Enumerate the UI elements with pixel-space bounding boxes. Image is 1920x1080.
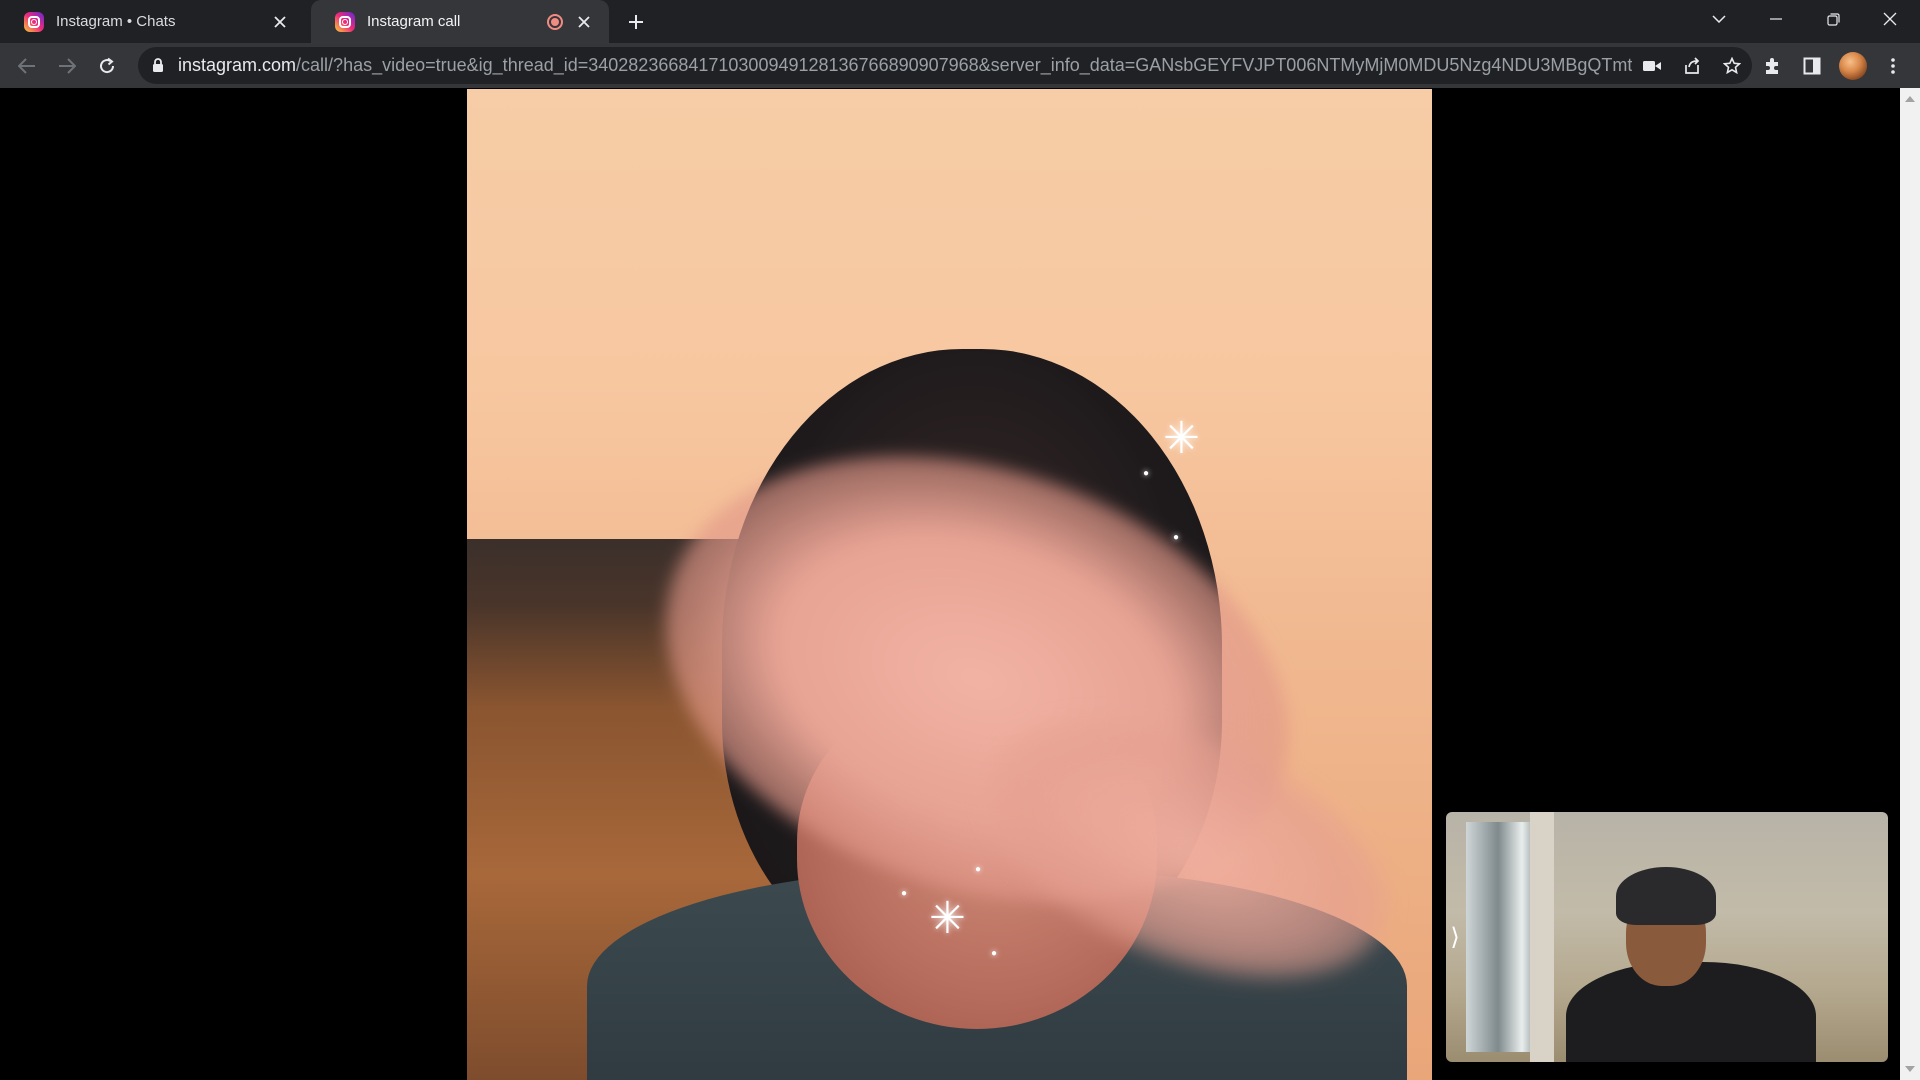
chevron-right-icon[interactable]: ⟩ [1446,922,1464,952]
reload-button[interactable] [90,49,124,83]
url-text[interactable]: instagram.com/call/?has_video=true&ig_th… [178,55,1632,76]
remote-video-feed: ✳ ● ● ✳ ● ● ● [467,89,1432,1080]
star-icon[interactable] [1712,47,1752,84]
tab-instagram-call[interactable]: Instagram call [311,0,609,43]
browser-toolbar: instagram.com/call/?has_video=true&ig_th… [0,43,1920,88]
sparkle-effect-icon: ✳ [1163,414,1200,463]
scrollbar[interactable] [1900,88,1920,1080]
back-button[interactable] [10,49,44,83]
address-bar[interactable]: instagram.com/call/?has_video=true&ig_th… [138,47,1752,84]
new-tab-button[interactable] [622,8,650,36]
sparkle-effect-icon: ● [1143,468,1150,479]
url-path: /call/?has_video=true&ig_thread_id=34028… [296,55,1632,75]
recording-dot-icon [547,13,563,30]
kebab-menu-icon[interactable] [1876,49,1910,83]
self-view-video[interactable] [1446,812,1888,1062]
restore-button[interactable] [1805,0,1861,38]
close-icon [1883,12,1897,26]
tab-search-button[interactable] [1691,0,1747,38]
tab-title: Instagram • Chats [56,13,176,30]
tab-title: Instagram call [367,13,461,30]
tab-close-icon[interactable] [269,11,291,33]
self-view-person-hat [1616,867,1716,925]
instagram-icon [24,11,44,32]
url-host: instagram.com [178,55,297,75]
sparkle-effect-icon: ● [975,864,982,875]
restore-icon [1826,12,1840,26]
window-close-button[interactable] [1862,0,1918,38]
minimize-button[interactable] [1748,0,1804,38]
instagram-icon [335,11,355,32]
sparkle-effect-icon: ● [1173,532,1180,543]
sparkle-effect-icon: ● [901,888,908,899]
sparkle-effect-icon: ✳ [929,894,966,943]
video-camera-icon[interactable] [1632,47,1672,84]
side-panel-icon[interactable] [1795,49,1829,83]
arrow-left-icon [18,58,35,74]
arrow-right-icon [59,58,76,74]
plus-icon [629,15,643,29]
forward-button[interactable] [50,49,84,83]
puzzle-icon[interactable] [1755,49,1789,83]
tab-instagram-chats[interactable]: Instagram • Chats [0,0,305,43]
scroll-up-icon[interactable] [1905,96,1915,102]
sparkle-effect-icon: ● [991,948,998,959]
self-view-wall [1530,812,1554,1062]
lock-icon[interactable] [152,58,166,73]
chevron-down-icon [1712,15,1726,23]
avatar[interactable] [1839,52,1867,80]
minimize-icon [1770,18,1782,20]
tab-close-icon[interactable] [573,11,595,33]
tab-strip: Instagram • Chats Instagram call [0,0,1920,43]
reload-icon [100,57,115,74]
share-icon[interactable] [1672,47,1712,84]
scroll-down-icon[interactable] [1905,1066,1915,1072]
